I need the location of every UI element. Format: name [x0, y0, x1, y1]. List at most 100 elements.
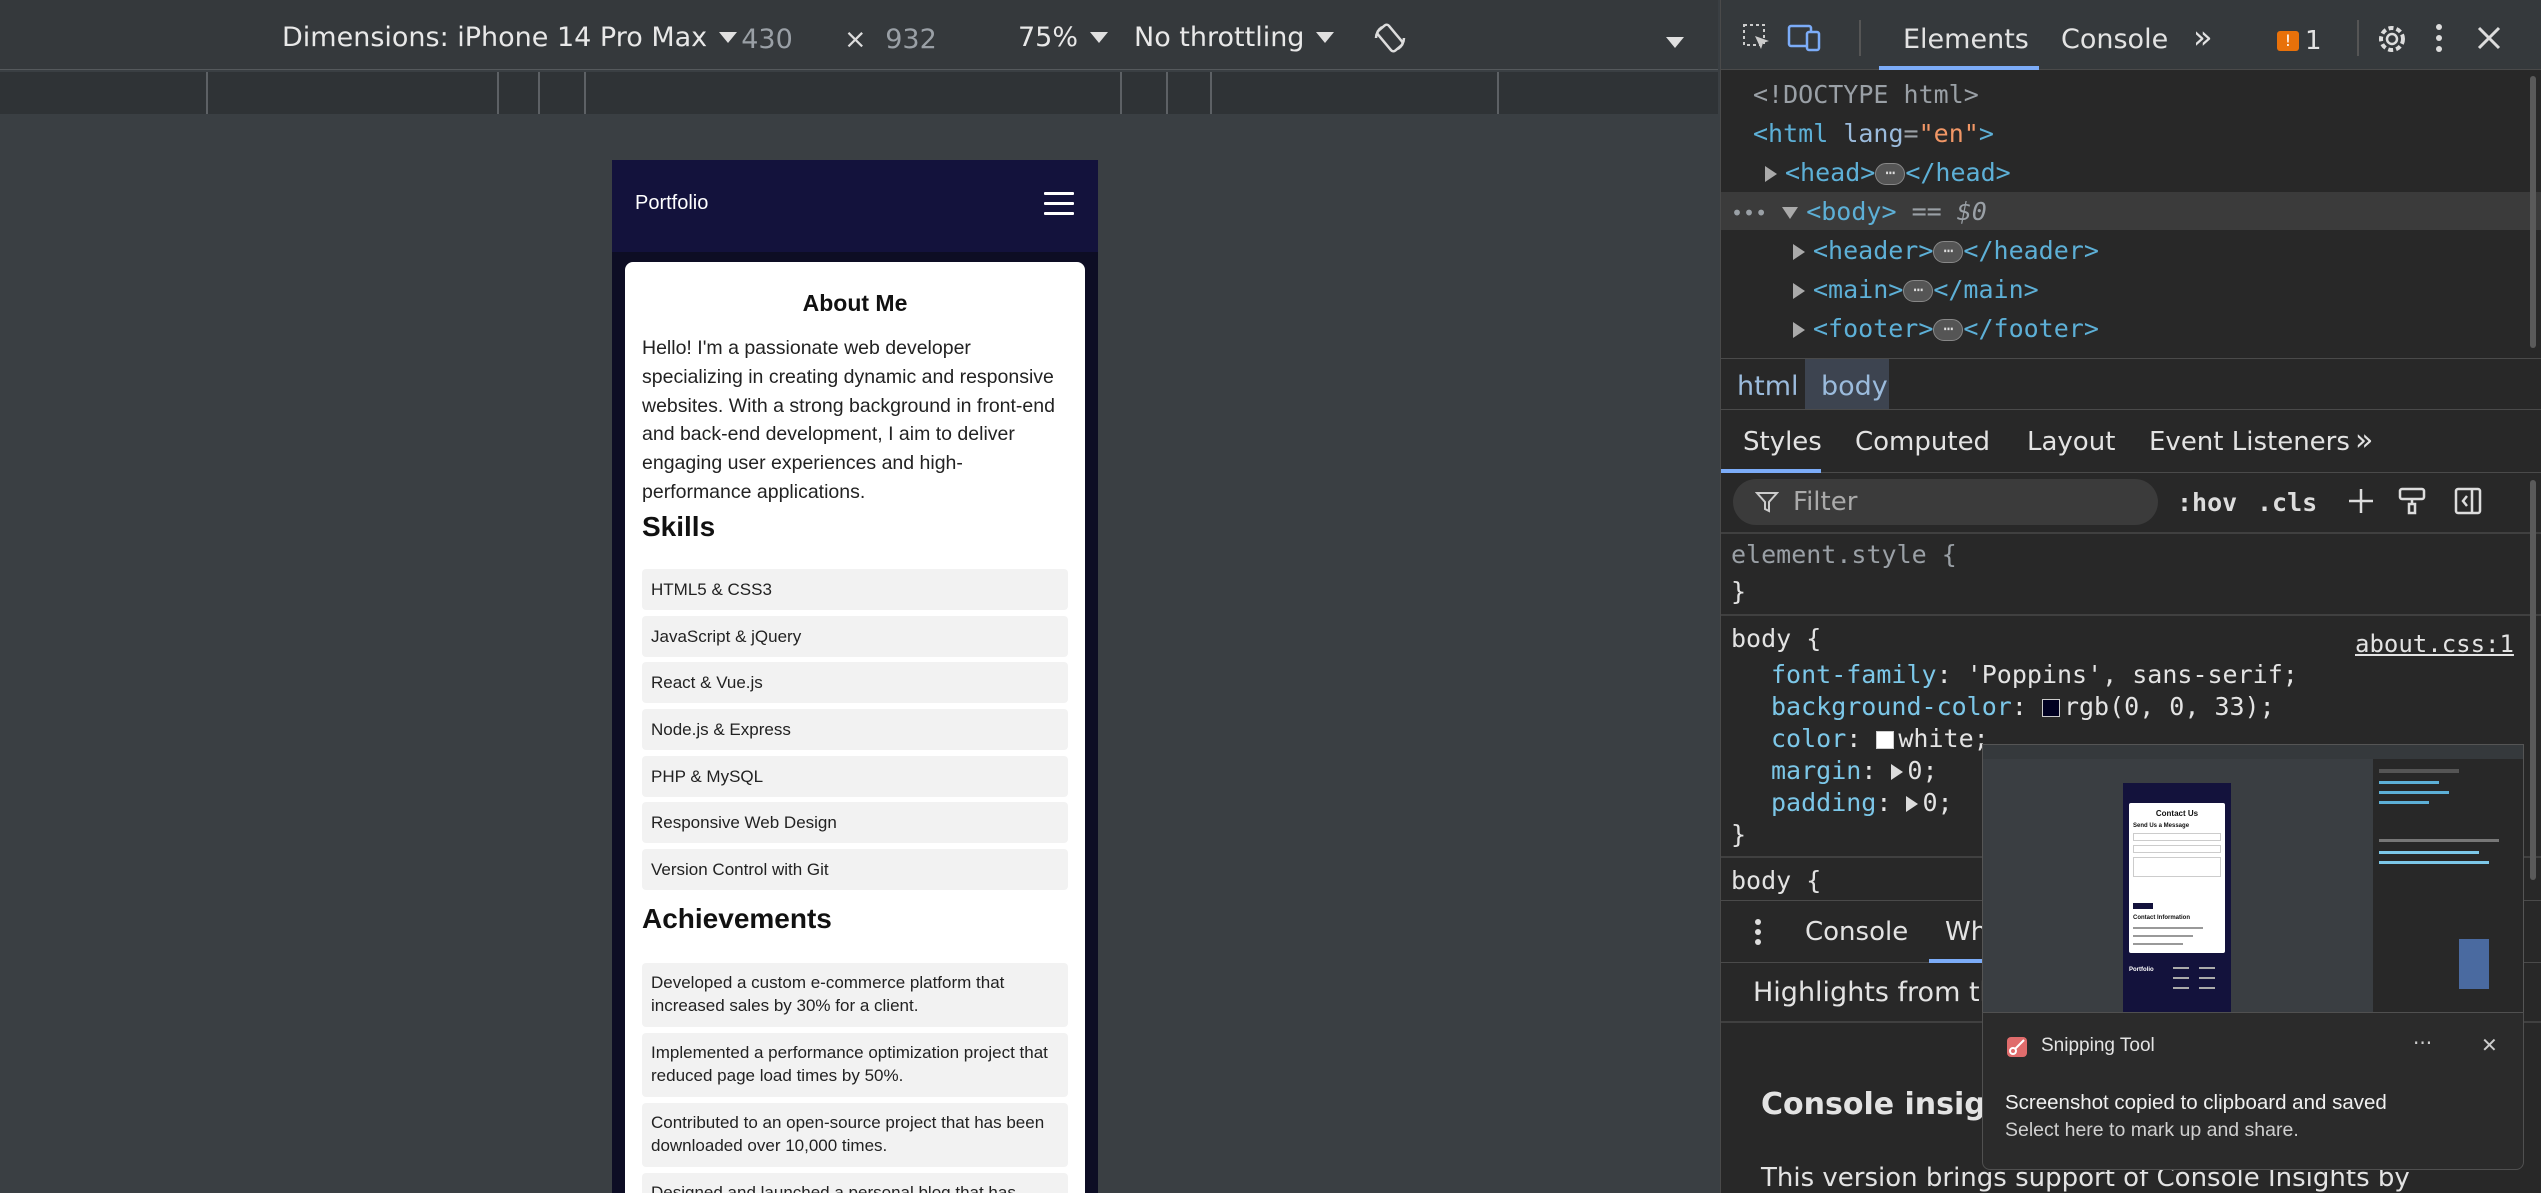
- css-declaration[interactable]: padding: 0;: [1771, 788, 1953, 817]
- tab-elements[interactable]: Elements: [1903, 24, 2029, 55]
- zoom-dropdown[interactable]: 75%: [1018, 22, 1109, 53]
- skill-item: HTML5 & CSS3: [642, 569, 1068, 610]
- head-close-tag: </head>: [1905, 158, 2011, 187]
- ellipsis-icon[interactable]: ⋯: [1875, 163, 1906, 185]
- expand-arrow-icon[interactable]: [1793, 322, 1805, 338]
- skill-item: Responsive Web Design: [642, 802, 1068, 843]
- css-declaration[interactable]: margin: 0;: [1771, 756, 1938, 785]
- notification-more-icon[interactable]: ···: [2413, 1031, 2432, 1055]
- ruler-tick: [538, 72, 540, 114]
- source-link[interactable]: about.css:1: [2355, 630, 2514, 658]
- tab-console[interactable]: Console: [2061, 24, 2168, 55]
- chevron-down-icon: [1316, 32, 1335, 43]
- dimensions-dropdown[interactable]: Dimensions: iPhone 14 Pro Max: [282, 22, 738, 53]
- issue-icon: !: [2277, 31, 2299, 51]
- body-rule-selector-2: body {: [1731, 866, 1822, 895]
- device-toggle-icon[interactable]: [1787, 22, 1823, 54]
- header-close-tag: </header>: [1963, 236, 2099, 265]
- header-node[interactable]: <header> ⋯ </header>: [1793, 236, 2099, 265]
- breadcrumb: html body: [1721, 358, 2541, 410]
- kebab-menu-icon[interactable]: [2433, 22, 2445, 54]
- snipping-tool-notification[interactable]: Snipping Tool ··· ✕ Screenshot copied to…: [1982, 1012, 2524, 1170]
- more-tabs-icon[interactable]: »: [2193, 18, 2213, 56]
- tab-event-listeners[interactable]: Event Listeners: [2149, 427, 2350, 457]
- brand-link[interactable]: Portfolio: [635, 192, 708, 215]
- collapse-arrow-icon[interactable]: [1782, 207, 1799, 219]
- ruler-tick: [1210, 72, 1212, 114]
- skill-item: JavaScript & jQuery: [642, 616, 1068, 657]
- ruler-tick: [206, 72, 208, 114]
- close-icon[interactable]: [2475, 24, 2503, 52]
- tab-layout[interactable]: Layout: [2027, 427, 2115, 457]
- color-swatch[interactable]: [2041, 699, 2060, 717]
- ellipsis-icon[interactable]: ⋯: [1933, 319, 1964, 341]
- drawer-menu-icon[interactable]: [1753, 917, 1763, 947]
- prop-name: margin: [1771, 756, 1862, 785]
- expand-arrow-icon[interactable]: [1891, 764, 1904, 780]
- cls-toggle[interactable]: .cls: [2257, 488, 2317, 517]
- notification-subtitle: Select here to mark up and share.: [2005, 1119, 2299, 1141]
- head-node[interactable]: <head> ⋯ </head>: [1765, 158, 2011, 187]
- doctype-node[interactable]: <!DOCTYPE html>: [1753, 80, 1979, 109]
- more-options-icon[interactable]: [1666, 33, 1684, 52]
- thumb-devtools: [2373, 759, 2523, 1013]
- footer-node[interactable]: <footer> ⋯ </footer>: [1793, 314, 2099, 343]
- height-input[interactable]: 932: [856, 18, 966, 60]
- expand-arrow-icon[interactable]: [1793, 244, 1805, 260]
- footer-tag: <footer>: [1813, 314, 1934, 343]
- main-close-tag: </main>: [1933, 275, 2039, 304]
- drawer-tab-console[interactable]: Console: [1805, 917, 1908, 947]
- close-brace: }: [1731, 577, 1747, 606]
- prop-name: padding: [1771, 788, 1877, 817]
- main-node[interactable]: <main> ⋯ </main>: [1793, 275, 2039, 304]
- html-node[interactable]: <html lang="en">: [1753, 119, 1994, 148]
- more-subtabs-icon[interactable]: »: [2355, 423, 2373, 458]
- thumb-footer-brand: Portfolio: [2129, 967, 2154, 973]
- paint-brush-icon[interactable]: [2397, 486, 2427, 516]
- new-rule-plus-icon[interactable]: [2347, 486, 2377, 516]
- tree-scrollbar[interactable]: [2530, 76, 2536, 348]
- breadcrumb-html[interactable]: html: [1737, 371, 1799, 402]
- divider: [1721, 532, 2541, 534]
- settings-gear-icon[interactable]: [2375, 22, 2409, 56]
- drawer-tab-whats-new[interactable]: Wh: [1945, 917, 1987, 947]
- throttling-dropdown[interactable]: No throttling: [1134, 22, 1335, 53]
- issues-badge[interactable]: ! 1: [2277, 26, 2322, 56]
- thumb-toolbar: [1983, 745, 2523, 759]
- screenshot-thumbnail[interactable]: Contact Us Send Us a Message Contact Inf…: [1982, 744, 2524, 1014]
- width-input[interactable]: 430: [712, 18, 822, 60]
- thumb-send-message: Send Us a Message: [2133, 823, 2190, 829]
- about-card: About Me Hello! I'm a passionate web dev…: [625, 262, 1085, 1193]
- body-node[interactable]: ••• <body> == $0: [1731, 197, 1987, 226]
- css-declaration[interactable]: background-color: rgb(0, 0, 33);: [1771, 692, 2275, 721]
- hov-toggle[interactable]: :hov: [2177, 488, 2237, 517]
- media-query-ruler[interactable]: [0, 72, 1718, 114]
- skill-item: React & Vue.js: [642, 662, 1068, 703]
- snipping-tool-icon: [2005, 1035, 2029, 1059]
- css-declaration[interactable]: color: white;: [1771, 724, 1989, 753]
- dom-tree: <!DOCTYPE html> <html lang="en"> <head> ⋯…: [1721, 72, 2541, 357]
- prop-name: color: [1771, 724, 1847, 753]
- styles-filter-input[interactable]: Filter: [1733, 479, 2158, 525]
- css-declaration[interactable]: font-family: 'Poppins', sans-serif;: [1771, 660, 2298, 689]
- breadcrumb-body[interactable]: body: [1821, 371, 1888, 402]
- hamburger-menu-icon[interactable]: [1044, 192, 1074, 218]
- rotate-icon[interactable]: [1372, 20, 1408, 56]
- tab-styles[interactable]: Styles: [1743, 427, 1822, 457]
- color-swatch[interactable]: [1876, 731, 1895, 749]
- tab-computed[interactable]: Computed: [1855, 427, 1990, 457]
- expand-arrow-icon[interactable]: [1765, 166, 1777, 182]
- expand-arrow-icon[interactable]: [1793, 283, 1805, 299]
- notification-close-icon[interactable]: ✕: [2481, 1033, 2498, 1057]
- attr-name: lang: [1843, 119, 1904, 148]
- styles-scrollbar[interactable]: [2530, 480, 2536, 880]
- ellipsis-icon[interactable]: ⋯: [1933, 241, 1964, 263]
- styles-filter-row: Filter :hov .cls: [1721, 474, 2541, 532]
- inspect-element-icon[interactable]: [1741, 22, 1773, 54]
- head-tag: <head>: [1785, 158, 1876, 187]
- divider: [1721, 614, 2541, 616]
- chevron-down-icon: [1090, 32, 1109, 43]
- sidebar-toggle-icon[interactable]: [2453, 486, 2483, 516]
- ellipsis-icon[interactable]: ⋯: [1903, 280, 1934, 302]
- expand-arrow-icon[interactable]: [1906, 796, 1919, 812]
